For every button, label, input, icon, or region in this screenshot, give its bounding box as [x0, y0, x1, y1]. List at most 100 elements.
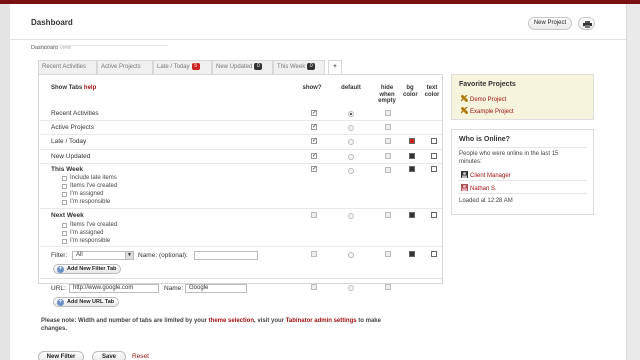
- this-week-count-badge: 0: [307, 63, 316, 70]
- filter-bg-color-swatch[interactable]: [409, 251, 415, 257]
- filter-show-checkbox[interactable]: [311, 251, 317, 257]
- hide-empty-checkbox[interactable]: [385, 138, 391, 144]
- divider: [458, 193, 587, 194]
- url-hide-empty-checkbox[interactable]: [385, 284, 391, 290]
- add-tab-button[interactable]: +: [328, 60, 342, 74]
- option-label: Include late items: [70, 175, 117, 181]
- help-link[interactable]: help: [84, 85, 96, 91]
- note-text: , visit your: [254, 318, 285, 324]
- add-filter-tab-button[interactable]: + Add New Filter Tab: [53, 264, 122, 274]
- reset-link[interactable]: Reset: [132, 353, 149, 360]
- tab-row-late-today: Late / Today: [40, 135, 442, 150]
- option-label: Items I've created: [70, 183, 118, 189]
- show-tabs-heading: Show Tabs help: [51, 85, 96, 92]
- late-count-badge: 5: [191, 63, 200, 70]
- show-checkbox[interactable]: [311, 123, 317, 130]
- default-radio[interactable]: [348, 139, 354, 145]
- page-title: Dashboard: [31, 18, 73, 27]
- window-scrollbar[interactable]: [626, 4, 640, 360]
- hide-empty-checkbox[interactable]: [385, 110, 391, 116]
- option-checkbox[interactable]: [62, 176, 67, 181]
- add-url-tab-button[interactable]: + Add New URL Tab: [53, 297, 120, 307]
- note-text: Please note: Width and number of tabs ar…: [41, 318, 207, 324]
- tab-label: Active Projects: [101, 64, 141, 70]
- option-checkbox[interactable]: [62, 239, 67, 244]
- bg-color-swatch[interactable]: [409, 138, 415, 144]
- text-color-swatch[interactable]: [431, 166, 437, 172]
- show-checkbox[interactable]: [311, 212, 317, 218]
- col-bg-color-header: bg color: [403, 85, 418, 98]
- page-header: Dashboard New Project: [10, 4, 626, 40]
- tab-row-recent-activities: Recent Activities: [40, 107, 442, 121]
- save-button[interactable]: Save: [92, 351, 126, 360]
- filter-default-radio[interactable]: [348, 252, 354, 258]
- who-is-online-box: Who is Online? People who were online in…: [451, 129, 594, 215]
- option-checkbox[interactable]: [62, 192, 67, 197]
- tab-active-projects[interactable]: Active Projects: [97, 60, 153, 74]
- url-name-input[interactable]: Google: [185, 284, 247, 293]
- bg-color-swatch[interactable]: [409, 153, 415, 159]
- who-is-online-title: Who is Online?: [459, 136, 510, 143]
- hide-empty-checkbox[interactable]: [385, 167, 391, 173]
- print-button[interactable]: [578, 17, 595, 30]
- default-radio[interactable]: [348, 125, 354, 131]
- url-show-checkbox[interactable]: [311, 284, 317, 290]
- tabinator-admin-settings-link[interactable]: Tabinator admin settings: [286, 318, 357, 324]
- new-project-button[interactable]: New Project: [528, 17, 572, 30]
- show-checkbox[interactable]: [311, 137, 317, 144]
- url-default-radio[interactable]: [348, 285, 354, 291]
- filter-hide-empty-checkbox[interactable]: [385, 251, 391, 257]
- row-label: Next Week: [51, 212, 84, 219]
- filter-select-value: All: [76, 252, 83, 258]
- text-color-swatch[interactable]: [431, 138, 437, 144]
- online-user-item[interactable]: Client Manager: [461, 171, 511, 179]
- bg-color-swatch[interactable]: [409, 166, 415, 172]
- url-input[interactable]: http://www.google.com: [69, 284, 159, 293]
- online-user-name: Client Manager: [470, 173, 511, 179]
- tab-row-new-updated: New Updated: [40, 150, 442, 164]
- tab-this-week[interactable]: This Week 0: [273, 60, 325, 74]
- tab-new-updated[interactable]: New Updated 0: [212, 60, 273, 74]
- online-user-item[interactable]: Nathan S.: [461, 184, 497, 192]
- bg-color-swatch[interactable]: [409, 212, 415, 218]
- option-checkbox[interactable]: [62, 184, 67, 189]
- hide-empty-checkbox[interactable]: [385, 124, 391, 130]
- default-radio[interactable]: [348, 213, 354, 219]
- col-text-color-header: text color: [424, 85, 440, 98]
- show-checkbox[interactable]: [311, 152, 317, 159]
- option-checkbox[interactable]: [62, 231, 67, 236]
- tab-label: Recent Activities: [42, 64, 87, 70]
- favorite-project-item[interactable]: Demo Project: [461, 95, 506, 103]
- limits-note: Please note: Width and number of tabs ar…: [41, 317, 401, 333]
- hide-empty-checkbox[interactable]: [385, 212, 391, 218]
- hide-empty-checkbox[interactable]: [385, 153, 391, 159]
- text-color-swatch[interactable]: [431, 212, 437, 218]
- col-hide-when-empty-header: hide when empty: [378, 85, 396, 104]
- default-radio[interactable]: [348, 154, 354, 160]
- left-margin: [0, 4, 10, 360]
- url-name-label: Name:: [164, 285, 184, 292]
- tab-recent-activities[interactable]: Recent Activities: [38, 60, 97, 74]
- option-checkbox[interactable]: [62, 200, 67, 205]
- show-checkbox[interactable]: [311, 109, 317, 116]
- show-checkbox[interactable]: [311, 165, 317, 172]
- default-radio[interactable]: [348, 168, 354, 174]
- new-filter-button[interactable]: New Filter: [38, 351, 84, 360]
- row-label: New Updated: [51, 153, 91, 160]
- text-color-swatch[interactable]: [431, 153, 437, 159]
- filter-name-input[interactable]: [194, 251, 258, 260]
- filter-text-color-swatch[interactable]: [431, 251, 437, 257]
- online-description: People who were online in the last 15 mi…: [459, 151, 559, 165]
- filter-select[interactable]: All ▼: [72, 251, 134, 260]
- button-label: Add New URL Tab: [67, 299, 115, 305]
- filter-label: Filter:: [51, 252, 68, 259]
- theme-selection-link[interactable]: theme selection: [209, 318, 254, 324]
- plus-icon: +: [57, 299, 64, 306]
- tab-row-this-week: This Week Include late items Items I've …: [40, 164, 442, 209]
- divider: [458, 147, 587, 148]
- tab-late-today[interactable]: Late / Today 5: [153, 60, 212, 74]
- default-radio[interactable]: [348, 111, 354, 117]
- option-checkbox[interactable]: [62, 223, 67, 228]
- col-default-header: default: [341, 85, 361, 91]
- favorite-project-item[interactable]: Example Project: [461, 107, 514, 115]
